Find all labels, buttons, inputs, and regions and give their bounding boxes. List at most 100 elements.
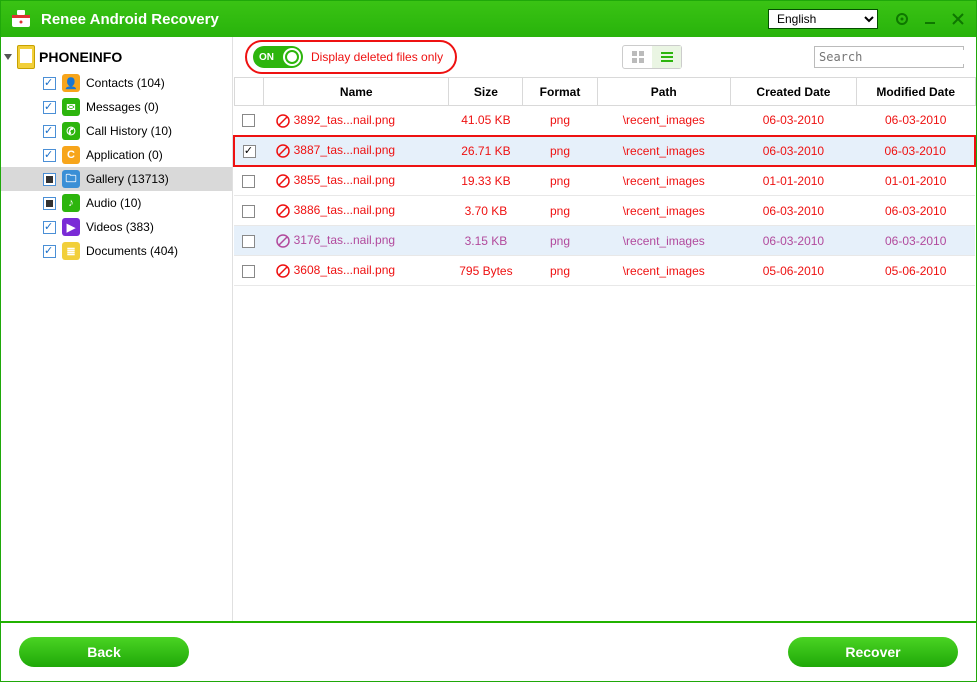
- cell-name: 3855_tas...nail.png: [264, 166, 449, 196]
- col-created-date[interactable]: Created Date: [730, 78, 856, 106]
- window-controls: [892, 9, 968, 29]
- close-icon[interactable]: [948, 9, 968, 29]
- deleted-only-toggle-wrap: ON Display deleted files only: [245, 40, 457, 74]
- col-format[interactable]: Format: [523, 78, 597, 106]
- toggle-label: Display deleted files only: [311, 50, 443, 64]
- row-checkbox[interactable]: [242, 265, 255, 278]
- sidebar-item-documents[interactable]: ≣ Documents (404): [1, 239, 232, 263]
- sidebar-item-application[interactable]: C Application (0): [1, 143, 232, 167]
- cell-modified: 06-03-2010: [856, 226, 975, 256]
- sidebar-checkbox[interactable]: [43, 173, 56, 186]
- sidebar-checkbox[interactable]: [43, 101, 56, 114]
- row-checkbox[interactable]: [242, 114, 255, 127]
- sidebar-checkbox[interactable]: [43, 245, 56, 258]
- deleted-icon: [276, 264, 290, 278]
- messages-icon: ✉: [62, 98, 80, 116]
- deleted-icon: [276, 174, 290, 188]
- cell-path: \recent_images: [597, 166, 730, 196]
- sidebar-item-videos[interactable]: ▶ Videos (383): [1, 215, 232, 239]
- app-logo-icon: [9, 7, 33, 31]
- device-root[interactable]: PHONEINFO: [1, 43, 232, 71]
- grid-view-button[interactable]: [623, 46, 652, 68]
- recover-button[interactable]: Recover: [788, 637, 958, 667]
- cell-size: 795 Bytes: [449, 256, 523, 286]
- sidebar-checkbox[interactable]: [43, 221, 56, 234]
- row-checkbox[interactable]: [242, 235, 255, 248]
- back-button[interactable]: Back: [19, 637, 189, 667]
- search-box[interactable]: [814, 46, 964, 68]
- cell-created: 06-03-2010: [730, 226, 856, 256]
- table-row[interactable]: 3855_tas...nail.png19.33 KBpng\recent_im…: [234, 166, 975, 196]
- toolbar: ON Display deleted files only: [233, 37, 976, 77]
- cell-name: 3176_tas...nail.png: [264, 226, 449, 256]
- sidebar-item-label: Videos (383): [86, 220, 154, 234]
- language-select[interactable]: English: [768, 9, 878, 29]
- cell-modified: 01-01-2010: [856, 166, 975, 196]
- footer: Back Recover: [1, 621, 976, 681]
- cell-name: 3887_tas...nail.png: [264, 136, 449, 166]
- sidebar-item-callhistory[interactable]: ✆ Call History (10): [1, 119, 232, 143]
- sidebar-item-label: Call History (10): [86, 124, 172, 138]
- deleted-icon: [276, 204, 290, 218]
- view-mode-switch: [622, 45, 682, 69]
- sidebar-item-label: Documents (404): [86, 244, 178, 258]
- cell-size: 19.33 KB: [449, 166, 523, 196]
- sidebar-item-label: Application (0): [86, 148, 163, 162]
- cell-format: png: [523, 226, 597, 256]
- application-icon: C: [62, 146, 80, 164]
- sidebar-item-gallery[interactable]: 🗀Gallery (13713): [1, 167, 232, 191]
- sidebar-item-contacts[interactable]: 👤Contacts (104): [1, 71, 232, 95]
- cell-modified: 05-06-2010: [856, 256, 975, 286]
- deleted-icon: [276, 234, 290, 248]
- sidebar-item-messages[interactable]: ✉ Messages (0): [1, 95, 232, 119]
- table-row[interactable]: 3892_tas...nail.png41.05 KBpng\recent_im…: [234, 106, 975, 136]
- list-view-button[interactable]: [652, 46, 681, 68]
- cell-path: \recent_images: [597, 226, 730, 256]
- row-checkbox[interactable]: [243, 145, 256, 158]
- toggle-state: ON: [259, 52, 274, 63]
- audio-icon: ♪: [62, 194, 80, 212]
- cell-name: 3892_tas...nail.png: [264, 106, 449, 136]
- sidebar-checkbox[interactable]: [43, 125, 56, 138]
- cell-created: 06-03-2010: [730, 106, 856, 136]
- sidebar-item-label: Messages (0): [86, 100, 159, 114]
- row-checkbox[interactable]: [242, 175, 255, 188]
- collapse-icon[interactable]: [3, 52, 13, 62]
- documents-icon: ≣: [62, 242, 80, 260]
- videos-icon: ▶: [62, 218, 80, 236]
- cell-path: \recent_images: [597, 136, 730, 166]
- col-path[interactable]: Path: [597, 78, 730, 106]
- callhistory-icon: ✆: [62, 122, 80, 140]
- col-name[interactable]: Name: [264, 78, 449, 106]
- cell-format: png: [523, 166, 597, 196]
- sidebar-checkbox[interactable]: [43, 77, 56, 90]
- table-row[interactable]: 3886_tas...nail.png3.70 KBpng\recent_ima…: [234, 196, 975, 226]
- row-checkbox[interactable]: [242, 205, 255, 218]
- sidebar-checkbox[interactable]: [43, 149, 56, 162]
- deleted-only-toggle[interactable]: ON: [253, 46, 303, 68]
- cell-modified: 06-03-2010: [856, 106, 975, 136]
- cell-format: png: [523, 106, 597, 136]
- cell-created: 01-01-2010: [730, 166, 856, 196]
- cell-size: 3.15 KB: [449, 226, 523, 256]
- cell-size: 41.05 KB: [449, 106, 523, 136]
- cell-name: 3886_tas...nail.png: [264, 196, 449, 226]
- sidebar-checkbox[interactable]: [43, 197, 56, 210]
- table-row[interactable]: 3608_tas...nail.png795 Bytespng\recent_i…: [234, 256, 975, 286]
- sidebar-item-label: Contacts (104): [86, 76, 165, 90]
- cell-size: 3.70 KB: [449, 196, 523, 226]
- minimize-icon[interactable]: [920, 9, 940, 29]
- settings-icon[interactable]: [892, 9, 912, 29]
- cell-format: png: [523, 136, 597, 166]
- table-row[interactable]: 3176_tas...nail.png3.15 KBpng\recent_ima…: [234, 226, 975, 256]
- cell-path: \recent_images: [597, 256, 730, 286]
- col-modified-date[interactable]: Modified Date: [856, 78, 975, 106]
- cell-created: 05-06-2010: [730, 256, 856, 286]
- deleted-icon: [276, 114, 290, 128]
- table-row[interactable]: 3887_tas...nail.png26.71 KBpng\recent_im…: [234, 136, 975, 166]
- sidebar-item-label: Gallery (13713): [86, 172, 169, 186]
- search-input[interactable]: [819, 50, 972, 64]
- deleted-icon: [276, 144, 290, 158]
- col-size[interactable]: Size: [449, 78, 523, 106]
- sidebar-item-audio[interactable]: ♪Audio (10): [1, 191, 232, 215]
